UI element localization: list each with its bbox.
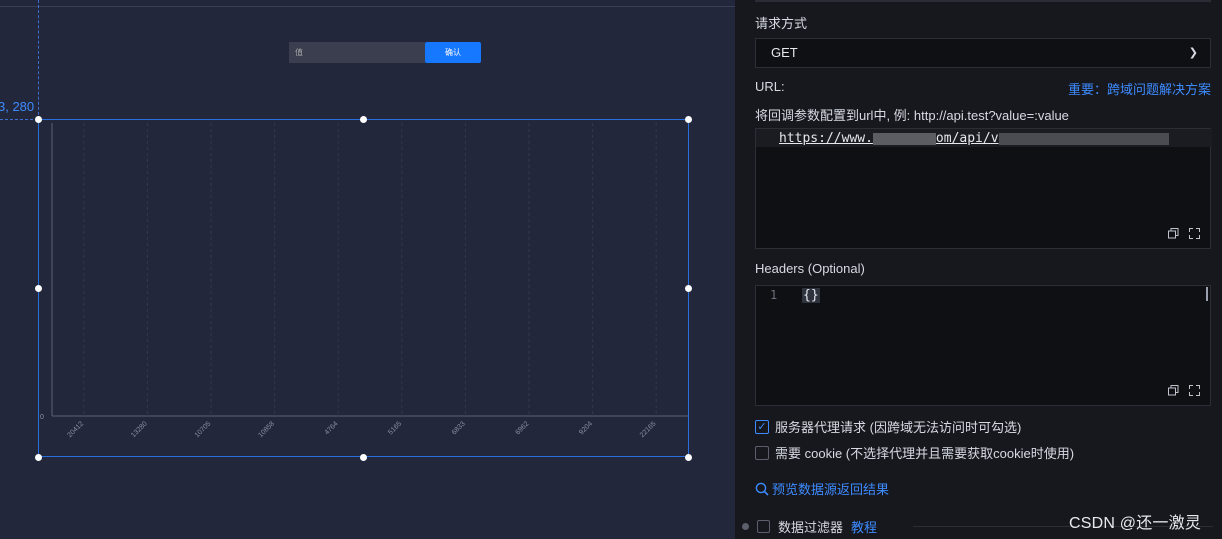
x-tick-label: 10705 bbox=[194, 420, 213, 439]
resize-handle-top[interactable] bbox=[360, 116, 367, 123]
filter-checkbox[interactable] bbox=[757, 520, 770, 533]
x-tick-label: 20412 bbox=[66, 420, 85, 439]
redacted-blur bbox=[872, 132, 936, 145]
proxy-label: 服务器代理请求 (因跨域无法访问时可勾选) bbox=[775, 420, 1022, 435]
proxy-checkbox[interactable]: ✓ bbox=[755, 419, 769, 434]
panel-top-divider bbox=[755, 0, 1211, 2]
preview-label: 预览数据源返回结果 bbox=[772, 482, 890, 497]
copy-icon[interactable] bbox=[1168, 385, 1179, 396]
request-method-value: GET bbox=[771, 45, 798, 60]
resize-handle-top-left[interactable] bbox=[35, 116, 42, 123]
editor-toolbar bbox=[1168, 385, 1200, 396]
headers-code: {} bbox=[802, 288, 820, 303]
app-root: 3, 280 值 确认 0 20412 13280 10705 10858 4764 516… bbox=[0, 0, 1222, 539]
horizontal-guide-line bbox=[0, 119, 38, 120]
fullscreen-icon[interactable] bbox=[1189, 228, 1200, 239]
x-tick-label: 22165 bbox=[639, 420, 658, 439]
copy-icon[interactable] bbox=[1168, 228, 1179, 239]
url-value: https://www. om/api/v bbox=[779, 131, 1169, 146]
tutorial-link[interactable]: 教程 bbox=[851, 517, 877, 536]
x-tick-label: 13280 bbox=[130, 420, 149, 439]
url-label: URL: bbox=[755, 79, 785, 94]
url-editor[interactable]: https://www. om/api/v bbox=[755, 128, 1212, 249]
data-filter-row: 数据过滤器 教程 bbox=[742, 517, 877, 536]
editor-toolbar bbox=[1168, 228, 1200, 239]
request-method-label: 请求方式 bbox=[755, 16, 808, 31]
url-text-middle: om/api/v bbox=[935, 131, 999, 146]
value-input[interactable]: 值 bbox=[289, 42, 425, 63]
filter-label: 数据过滤器 bbox=[778, 520, 844, 535]
x-tick-label: 10858 bbox=[257, 420, 276, 439]
x-tick-label: 5165 bbox=[387, 420, 403, 436]
resize-handle-bottom-right[interactable] bbox=[685, 454, 692, 461]
resize-handle-bottom[interactable] bbox=[360, 454, 367, 461]
scrollbar-indicator[interactable] bbox=[1206, 287, 1208, 301]
proxy-option[interactable]: ✓ 服务器代理请求 (因跨域无法访问时可勾选) bbox=[755, 417, 1021, 436]
cors-solution-link[interactable]: 重要：跨域问题解决方案 bbox=[1068, 79, 1211, 98]
y-tick-label: 0 bbox=[40, 414, 44, 421]
vertical-guide-line bbox=[38, 0, 39, 120]
fullscreen-icon[interactable] bbox=[1189, 385, 1200, 396]
editor-canvas[interactable]: 3, 280 值 确认 0 20412 13280 10705 10858 4764 516… bbox=[0, 0, 735, 539]
x-tick-label: 9204 bbox=[578, 420, 594, 436]
cookie-checkbox[interactable] bbox=[755, 445, 769, 460]
x-tick-label: 4764 bbox=[324, 420, 340, 436]
url-text-start: https://www. bbox=[779, 131, 873, 146]
cookie-option[interactable]: 需要 cookie (不选择代理并且需要获取cookie时使用) bbox=[755, 443, 1074, 462]
resize-handle-bottom-left[interactable] bbox=[35, 454, 42, 461]
bar-chart: 0 20412 13280 10705 10858 4764 5165 6833 6962 920… bbox=[40, 123, 688, 439]
resize-handle-right[interactable] bbox=[685, 285, 692, 292]
x-tick-label: 6962 bbox=[514, 420, 530, 436]
x-tick-label: 6833 bbox=[451, 420, 467, 436]
search-icon bbox=[755, 482, 769, 496]
resize-handle-left[interactable] bbox=[35, 285, 42, 292]
url-hint: 将回调参数配置到url中, 例: http://api.test?value=:… bbox=[755, 108, 1069, 123]
value-input-group: 值 确认 bbox=[289, 42, 481, 63]
resize-handle-top-right[interactable] bbox=[685, 116, 692, 123]
headers-label: Headers (Optional) bbox=[755, 261, 865, 276]
request-method-select[interactable]: GET ❯ bbox=[755, 38, 1211, 68]
datasource-config-panel: 请求方式 GET ❯ URL: 重要：跨域问题解决方案 将回调参数配置到url中… bbox=[735, 0, 1222, 539]
watermark: CSDN @还一激灵 bbox=[1069, 515, 1202, 532]
chevron-down-icon: ❯ bbox=[1188, 47, 1198, 59]
line-number: 1 bbox=[770, 288, 778, 302]
redacted-blur bbox=[998, 132, 1169, 145]
position-readout: 3, 280 bbox=[0, 99, 35, 114]
cookie-label: 需要 cookie (不选择代理并且需要获取cookie时使用) bbox=[775, 446, 1075, 461]
collapse-dot-icon bbox=[742, 523, 749, 530]
confirm-button[interactable]: 确认 bbox=[425, 42, 481, 63]
canvas-top-border bbox=[0, 6, 735, 7]
preview-result-link[interactable]: 预览数据源返回结果 bbox=[755, 479, 889, 498]
headers-editor[interactable]: 1 {} bbox=[755, 285, 1211, 406]
